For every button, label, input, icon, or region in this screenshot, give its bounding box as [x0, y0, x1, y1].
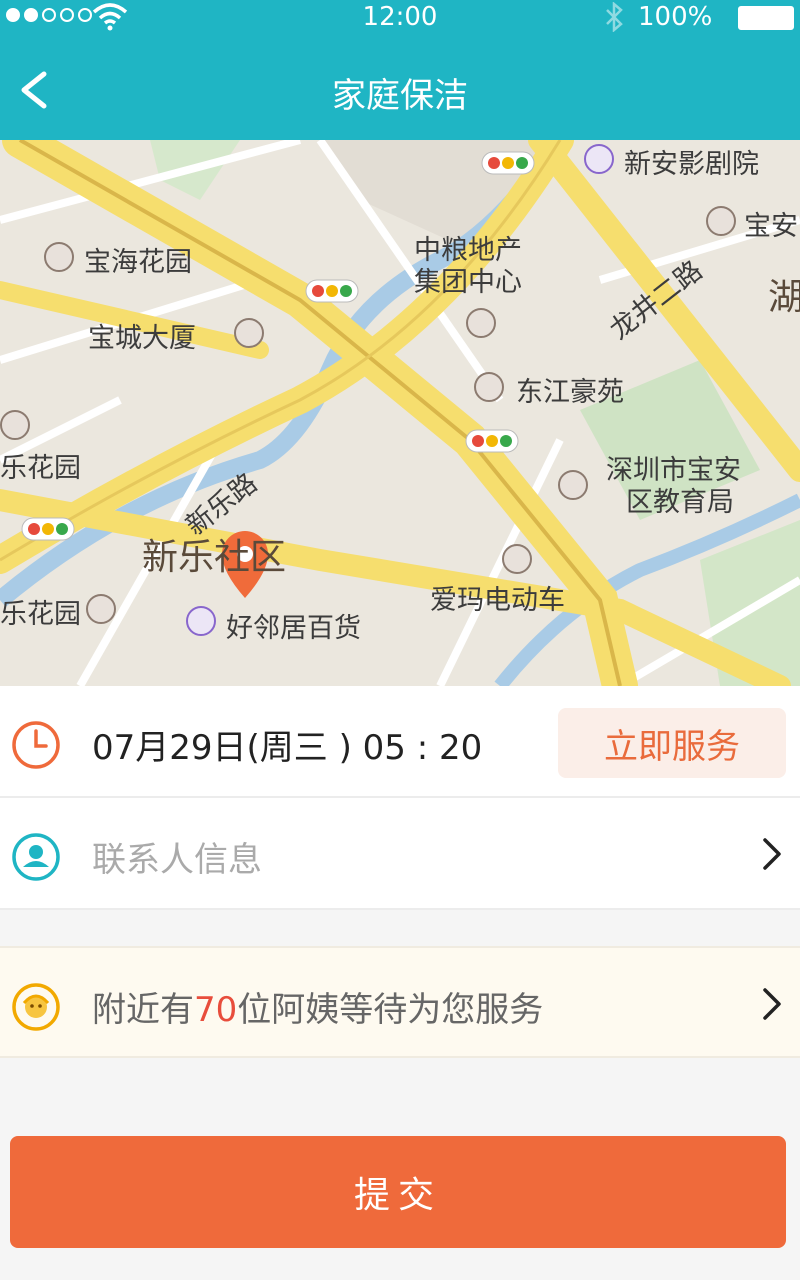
map-label: 区教育局	[626, 487, 734, 518]
poi-icon	[706, 206, 736, 236]
nearby-helpers-row[interactable]: 附近有70位阿姨等待为您服务	[0, 946, 800, 1058]
service-datetime[interactable]: 07月29日(周三 ) 05 : 20	[92, 720, 482, 769]
map-label: 集团中心	[414, 267, 522, 298]
poi-icon	[558, 470, 588, 500]
helper-avatar-icon	[12, 983, 60, 1031]
poi-icon	[466, 308, 496, 338]
map-label: 乐花园	[0, 453, 81, 484]
poi-icon	[44, 242, 74, 272]
immediate-service-button[interactable]: 立即服务	[558, 708, 786, 778]
nearby-helpers-count: 70	[194, 990, 238, 1030]
map-label: 新安影剧院	[624, 149, 759, 180]
map-label: 东江豪苑	[516, 377, 624, 408]
poi-icon	[502, 544, 532, 574]
poi-icon	[0, 410, 30, 440]
map-label: 宝安	[744, 211, 798, 242]
submit-button[interactable]: 提交	[10, 1136, 786, 1248]
poi-icon	[186, 606, 216, 636]
user-icon	[12, 833, 60, 881]
map-label: 爱玛电动车	[430, 585, 565, 616]
page-title: 家庭保洁	[332, 76, 468, 116]
map-roads	[0, 140, 800, 686]
poi-icon	[86, 594, 116, 624]
chevron-right-icon	[763, 988, 781, 1020]
nav-bar: 家庭保洁	[0, 36, 800, 140]
map-label: 宝海花园	[84, 247, 192, 278]
poi-icon	[234, 318, 264, 348]
map-label: 宝城大厦	[88, 323, 196, 354]
map-label: 新乐社区	[142, 537, 287, 578]
map-view[interactable]: 新安影剧院 宝安 湖 宝海花园 中粮地产 集团中心 宝城大厦 龙井二路 东江豪苑…	[0, 140, 800, 686]
map-label: 乐花园	[0, 599, 81, 630]
poi-icon	[584, 144, 614, 174]
chevron-right-icon	[763, 838, 781, 870]
battery-percent: 100%	[638, 2, 713, 32]
nearby-helpers-text: 附近有70位阿姨等待为您服务	[92, 990, 544, 1030]
service-time-row[interactable]: 07月29日(周三 ) 05 : 20 立即服务	[0, 686, 800, 798]
clock-icon	[12, 721, 60, 769]
map-label: 湖	[768, 277, 800, 318]
contact-info-row[interactable]: 联系人信息	[0, 798, 800, 910]
status-bar: 12:00 100%	[0, 0, 800, 36]
map-label: 好邻居百货	[226, 613, 361, 644]
contact-info-placeholder: 联系人信息	[92, 840, 262, 880]
battery-icon	[738, 6, 794, 30]
bluetooth-icon	[606, 2, 623, 32]
poi-icon	[474, 372, 504, 402]
